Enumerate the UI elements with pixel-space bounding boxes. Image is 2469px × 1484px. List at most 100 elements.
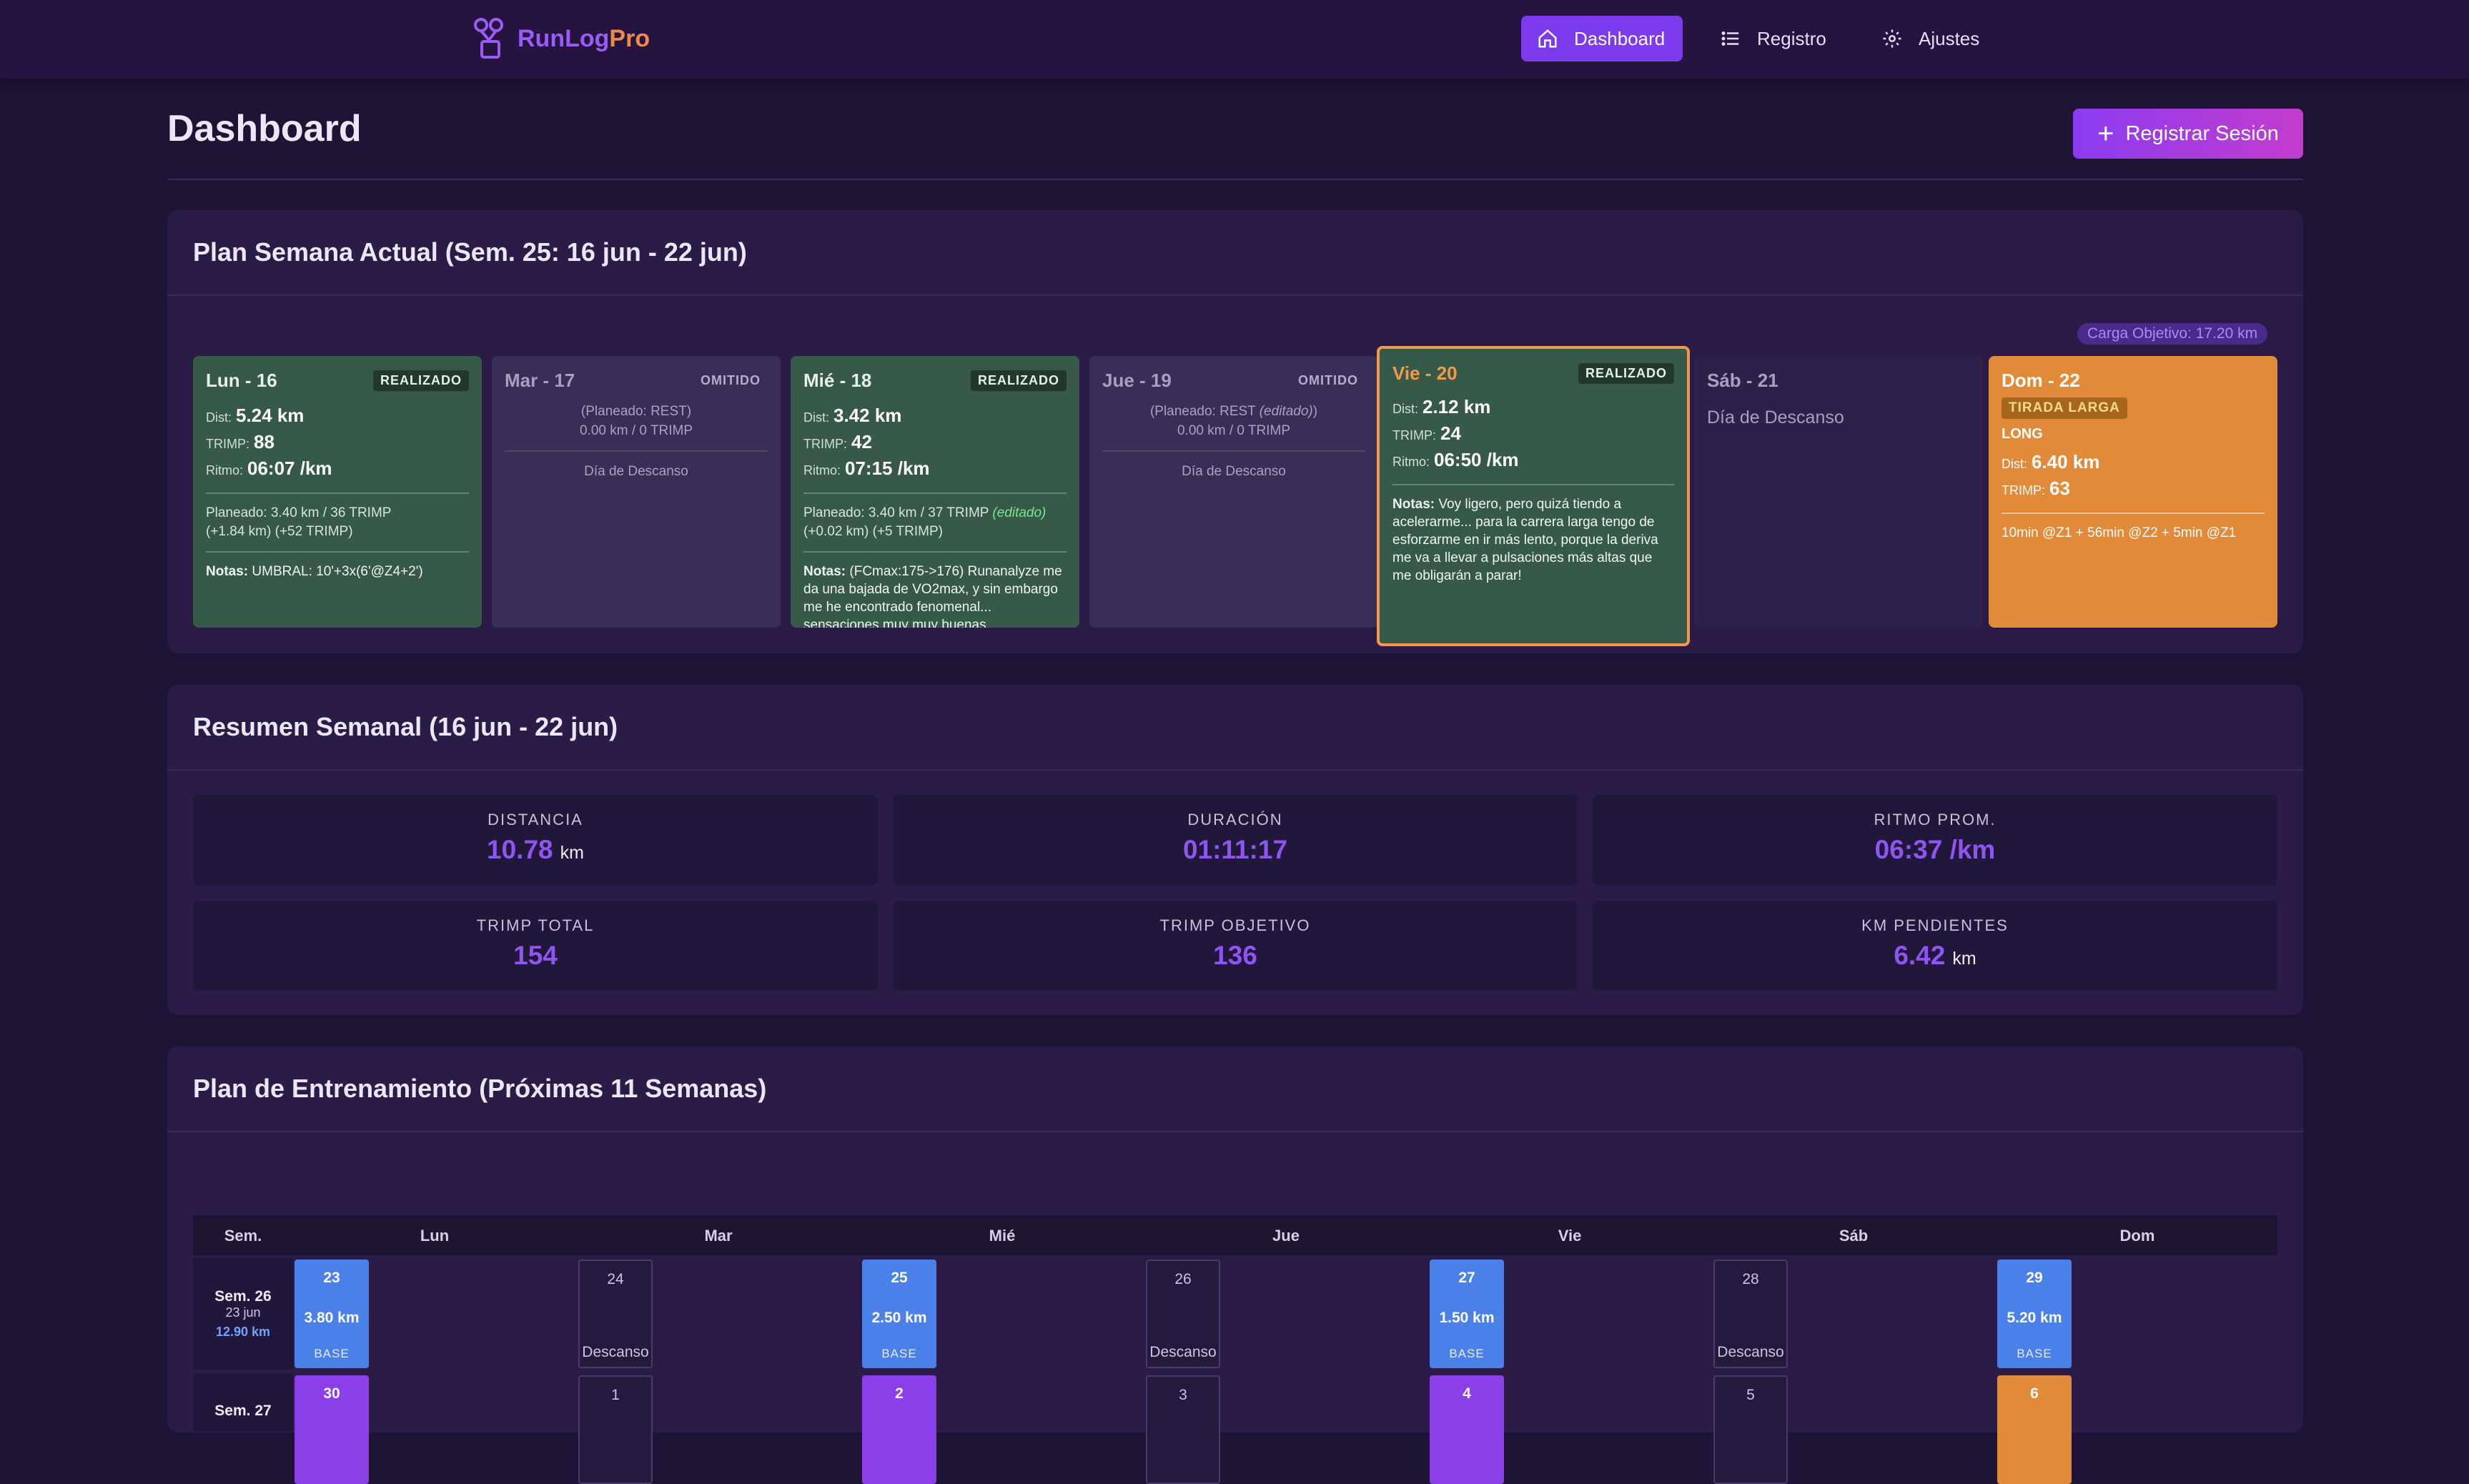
plan-day-cell[interactable]: 4 — [1430, 1375, 1504, 1484]
plan-day-cell[interactable]: 3 — [1146, 1375, 1220, 1484]
week-row-label: Sem. 26 23 jun 12.90 km — [193, 1258, 293, 1370]
plan-day-cell[interactable]: 26 Descanso — [1146, 1260, 1220, 1368]
nav-dashboard[interactable]: Dashboard — [1521, 16, 1683, 61]
stat-km-pending: KM PENDIENTES 6.42 km — [1593, 901, 2277, 991]
card-divider — [206, 551, 469, 553]
day-name: Vie - 20 — [1392, 362, 1458, 384]
cell-day: 30 — [323, 1385, 340, 1402]
week-plan-title: Plan Semana Actual (Sem. 25: 16 jun - 22… — [193, 237, 747, 267]
notes-text: UMBRAL: 10'+3x(6'@Z4+2') — [252, 564, 423, 579]
planned-line: (Planeado: REST) — [580, 404, 692, 419]
plan-day-cell[interactable]: 30 — [295, 1375, 369, 1484]
planned-diff: (+1.84 km) (+52 TRIMP) — [206, 524, 353, 539]
runner-logo-icon — [474, 18, 503, 59]
training-plan-title: Plan de Entrenamiento (Próximas 11 Seman… — [193, 1074, 767, 1103]
day-name: Jue - 19 — [1102, 369, 1172, 391]
register-session-button[interactable]: + Registrar Sesión — [2073, 109, 2303, 159]
day-card-mar[interactable]: Mar - 17 OMITIDO (Planeado: REST) 0.00 k… — [492, 356, 781, 628]
status-badge: REALIZADO — [1578, 362, 1674, 384]
stat-trimp-target: TRIMP OBJETIVO 136 — [893, 901, 1578, 991]
stat-label: TRIMP TOTAL — [476, 916, 595, 934]
planned-values: 0.00 km / 0 TRIMP — [579, 423, 693, 438]
plan-day-cell[interactable]: 25 2.50 km BASE — [862, 1260, 936, 1368]
col-header-mar: Mar — [704, 1227, 733, 1245]
app-logo[interactable]: RunLogPro — [472, 16, 650, 61]
status-badge: OMITIDO — [701, 372, 761, 387]
pace-label: Ritmo: — [1392, 455, 1430, 469]
week-plan-card: Plan Semana Actual (Sem. 25: 16 jun - 22… — [167, 210, 2303, 653]
dist-value: 3.42 km — [833, 405, 902, 426]
week-number: Sem. 27 — [214, 1403, 272, 1419]
plan-day-cell[interactable]: 6 — [1997, 1375, 2072, 1484]
stat-distance: DISTANCIA 10.78 km — [193, 795, 878, 885]
plan-day-cell[interactable]: 2 — [862, 1375, 936, 1484]
nav-ajustes[interactable]: Ajustes — [1866, 16, 2009, 61]
card-divider — [803, 493, 1067, 494]
notes-label: Notas: — [1392, 497, 1435, 512]
dist-label: Dist: — [206, 410, 232, 425]
dist-label: Dist: — [2002, 457, 2027, 471]
cell-km: 1.50 km — [1439, 1310, 1495, 1326]
top-navbar: RunLogPro Dashboard Registro Ajustes — [0, 0, 2469, 79]
stat-label: TRIMP OBJETIVO — [1159, 916, 1311, 934]
pace-label: Ritmo: — [803, 463, 841, 478]
plan-day-cell[interactable]: 28 Descanso — [1713, 1260, 1788, 1368]
cell-day: 25 — [891, 1270, 908, 1286]
dist-value: 2.12 km — [1422, 396, 1491, 417]
day-card-dom[interactable]: Dom - 22 TIRADA LARGA LONG Dist: 6.40 km … — [1989, 356, 2277, 628]
stat-value: 154 — [513, 941, 558, 970]
plan-day-cell[interactable]: 1 — [578, 1375, 653, 1484]
plan-day-cell[interactable]: 5 — [1713, 1375, 1788, 1484]
list-icon — [1721, 31, 1739, 46]
day-name: Sáb - 21 — [1707, 369, 1778, 391]
day-card-mie[interactable]: Mié - 18 REALIZADO Dist: 3.42 km TRIMP: 42… — [791, 356, 1079, 628]
rest-label: Día de Descanso — [584, 464, 688, 479]
nav-registro[interactable]: Registro — [1704, 16, 1847, 61]
cell-km: 3.80 km — [304, 1310, 360, 1326]
day-card-lun[interactable]: Lun - 16 REALIZADO Dist: 5.24 km TRIMP: 88… — [193, 356, 482, 628]
status-badge: REALIZADO — [971, 370, 1067, 391]
day-name: Mar - 17 — [505, 369, 575, 391]
plan-day-cell[interactable]: 29 5.20 km BASE — [1997, 1260, 2072, 1368]
planned-close: ) — [1312, 404, 1318, 419]
day-card-vie[interactable]: Vie - 20 REALIZADO Dist: 2.12 km TRIMP: 24… — [1377, 346, 1690, 646]
card-divider — [1392, 484, 1674, 485]
planned-line: Planeado: 3.40 km / 37 TRIMP — [803, 505, 989, 520]
edited-tag: (editado) — [992, 505, 1047, 520]
nav-registro-label: Registro — [1757, 27, 1826, 49]
cell-type: BASE — [881, 1347, 917, 1360]
stat-value: 10.78 — [487, 835, 553, 864]
day-card-sab[interactable]: Sáb - 21 Día de Descanso — [1694, 356, 1983, 628]
cell-day: 6 — [2030, 1385, 2039, 1402]
plan-day-cell[interactable]: 27 1.50 km BASE — [1430, 1260, 1504, 1368]
status-badge: OMITIDO — [1298, 372, 1358, 387]
cell-type: BASE — [314, 1347, 350, 1360]
card-divider — [803, 551, 1067, 553]
session-type: LONG — [2002, 426, 2043, 442]
dist-value: 5.24 km — [236, 405, 305, 426]
trimp-value: 63 — [2049, 478, 2070, 499]
stat-label: DISTANCIA — [488, 811, 583, 828]
day-card-jue[interactable]: Jue - 19 OMITIDO (Planeado: REST (editad… — [1089, 356, 1378, 628]
rest-label: Día de Descanso — [1182, 464, 1286, 479]
cell-day: 2 — [895, 1385, 904, 1402]
cell-day: 4 — [1463, 1385, 1471, 1402]
plan-day-cell[interactable]: 23 3.80 km BASE — [295, 1260, 369, 1368]
card-divider — [2002, 513, 2265, 514]
cell-type: BASE — [1449, 1347, 1485, 1360]
cell-km: 2.50 km — [871, 1310, 927, 1326]
plan-day-cell[interactable]: 24 Descanso — [578, 1260, 653, 1368]
trimp-value: 88 — [254, 431, 274, 452]
col-header-vie: Vie — [1558, 1227, 1582, 1245]
summary-title: Resumen Semanal (16 jun - 22 jun) — [193, 712, 618, 741]
planned-line: (Planeado: REST — [1149, 404, 1256, 419]
section-divider — [167, 295, 2303, 296]
stat-value: 06:37 /km — [1874, 835, 1996, 864]
status-badge: REALIZADO — [373, 370, 469, 391]
trimp-value: 24 — [1440, 422, 1461, 444]
edited-tag: (editado) — [1259, 404, 1313, 419]
dist-label: Dist: — [1392, 402, 1418, 416]
planned-line: Planeado: 3.40 km / 36 TRIMP — [206, 505, 392, 520]
week-km: 12.90 km — [215, 1325, 271, 1339]
cell-day: 3 — [1179, 1387, 1187, 1403]
